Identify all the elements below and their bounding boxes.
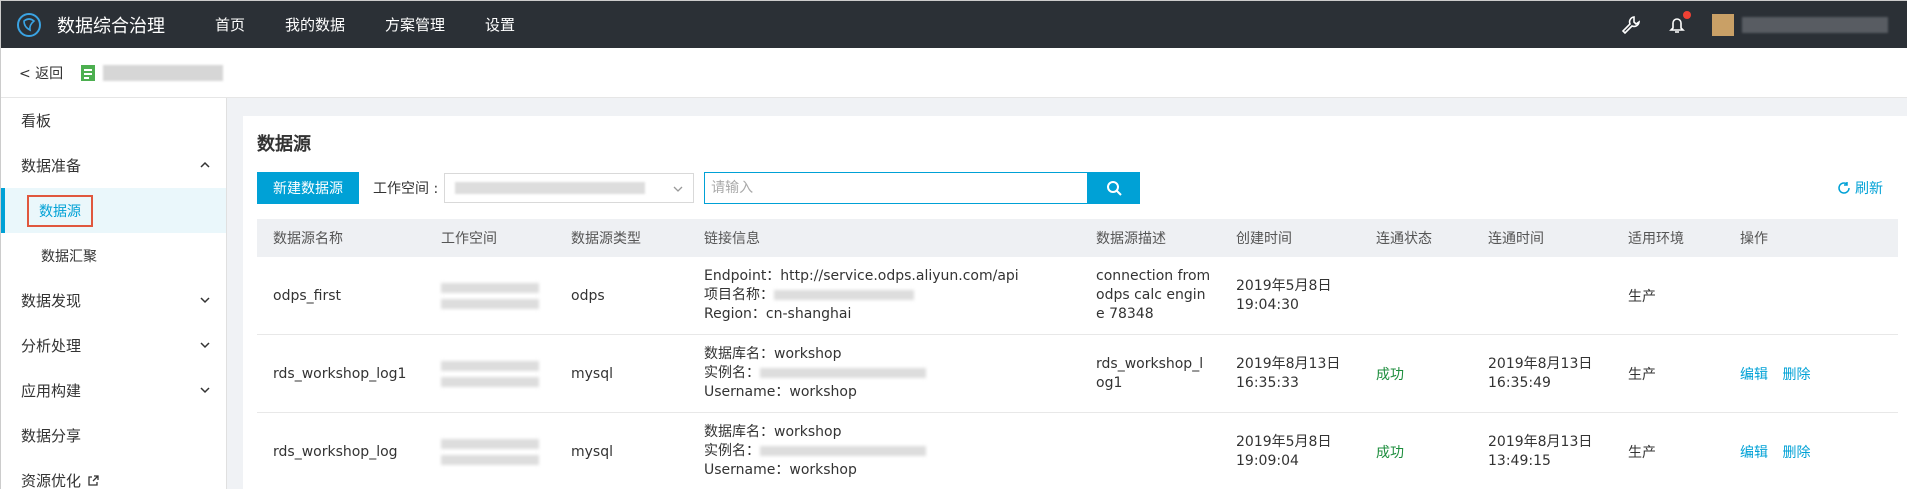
cell-connect-time: 2019年8月13日 13:49:15 bbox=[1488, 433, 1593, 469]
workspace-label: 工作空间 : bbox=[373, 181, 439, 197]
cell-description: connection from odps calc engin e 78348 bbox=[1096, 268, 1211, 322]
table-row: odps_first odps Endpoint：http://service.… bbox=[257, 257, 1898, 335]
cell-link-info: 数据库名：workshop 实例名： Username：workshop bbox=[688, 345, 1080, 402]
cell-created-time: 2019年8月13日 16:35:33 bbox=[1236, 355, 1341, 391]
refresh-icon bbox=[1838, 182, 1850, 194]
nav-my-data[interactable]: 我的数据 bbox=[285, 14, 345, 35]
col-header: 数据源描述 bbox=[1096, 231, 1166, 247]
nav-home[interactable]: 首页 bbox=[215, 14, 245, 35]
delete-link[interactable]: 删除 bbox=[1782, 367, 1810, 383]
username-redacted[interactable] bbox=[1742, 16, 1888, 33]
instance-name-redacted bbox=[760, 368, 926, 378]
cell-name: odps_first bbox=[273, 287, 341, 304]
cell-name: rds_workshop_log bbox=[273, 443, 398, 460]
nav-settings[interactable]: 设置 bbox=[485, 14, 515, 35]
cell-link-info: Endpoint：http://service.odps.aliyun.com/… bbox=[704, 268, 1019, 322]
search-input[interactable] bbox=[704, 172, 1089, 204]
refresh-button[interactable]: 刷新 bbox=[1837, 178, 1883, 198]
table-row: rds_workshop_log mysql 数据库名：workshop 实例名… bbox=[257, 413, 1898, 489]
search-button[interactable] bbox=[1088, 172, 1141, 204]
sidebar-item-data-aggregation[interactable]: 数据汇聚 bbox=[1, 233, 226, 278]
cell-env: 生产 bbox=[1628, 288, 1656, 305]
table-row: rds_workshop_log1 mysql 数据库名：workshop 实例… bbox=[257, 335, 1898, 413]
logo-swirl-icon[interactable] bbox=[1, 1, 57, 48]
edit-link[interactable]: 编辑 bbox=[1740, 445, 1768, 461]
top-nav: 首页 我的数据 方案管理 设置 bbox=[215, 14, 555, 35]
app-title: 数据综合治理 bbox=[57, 15, 165, 37]
cell-description: rds_workshop_l og1 bbox=[1096, 355, 1204, 391]
col-header: 创建时间 bbox=[1236, 231, 1292, 247]
sidebar-item-dashboard[interactable]: 看板 bbox=[1, 98, 226, 143]
project-doc-icon bbox=[79, 64, 97, 82]
cell-env: 生产 bbox=[1628, 366, 1656, 383]
cell-created-time: 2019年5月8日 19:09:04 bbox=[1236, 433, 1332, 469]
cell-workspace-redacted bbox=[425, 355, 555, 393]
cell-status: 成功 bbox=[1376, 366, 1404, 383]
sidebar-item-data-prep[interactable]: 数据准备 bbox=[1, 143, 226, 188]
cell-type: mysql bbox=[571, 365, 613, 382]
search-box bbox=[704, 172, 1141, 204]
page-title: 数据源 bbox=[257, 134, 311, 155]
chevron-down-icon bbox=[200, 387, 210, 394]
chevron-up-icon bbox=[200, 161, 210, 168]
cell-connect-time: 2019年8月13日 16:35:49 bbox=[1488, 355, 1593, 391]
notification-dot bbox=[1683, 10, 1691, 19]
datasource-panel: 数据源 新建数据源 工作空间 : 刷新 数据源名称 工作空间 数据源类型 链接信… bbox=[243, 116, 1907, 489]
sidebar-item-app-build[interactable]: 应用构建 bbox=[1, 368, 226, 413]
external-link-icon bbox=[88, 474, 99, 486]
col-header: 连通时间 bbox=[1488, 231, 1544, 247]
delete-link[interactable]: 删除 bbox=[1782, 445, 1810, 461]
cell-link-info: 数据库名：workshop 实例名： Username：workshop bbox=[688, 423, 1080, 480]
workspace-value-redacted bbox=[455, 182, 646, 194]
sidebar-item-resource-opt[interactable]: 资源优化 bbox=[1, 458, 226, 489]
col-header: 操作 bbox=[1740, 231, 1768, 247]
sidebar: 看板 数据准备 数据源 数据汇聚 数据发现 分析处理 应用构建 数据分享 资源优… bbox=[1, 98, 227, 489]
sidebar-item-datasource[interactable]: 数据源 bbox=[1, 188, 226, 233]
cell-type: odps bbox=[571, 287, 605, 304]
breadcrumb-bar: < 返回 bbox=[1, 48, 1907, 98]
col-header: 数据源名称 bbox=[273, 231, 343, 247]
cell-created-time: 2019年5月8日 19:04:30 bbox=[1236, 277, 1332, 313]
sidebar-item-data-share[interactable]: 数据分享 bbox=[1, 413, 226, 458]
nav-solution-management[interactable]: 方案管理 bbox=[385, 14, 445, 35]
toolbar: 新建数据源 工作空间 : 刷新 bbox=[257, 172, 1897, 204]
sidebar-item-analysis[interactable]: 分析处理 bbox=[1, 323, 226, 368]
cell-status: 成功 bbox=[1376, 444, 1404, 461]
bell-icon[interactable] bbox=[1666, 10, 1691, 36]
col-header: 适用环境 bbox=[1628, 231, 1684, 247]
col-header: 连通状态 bbox=[1376, 231, 1432, 247]
back-link[interactable]: < 返回 bbox=[19, 63, 63, 83]
top-bar: 数据综合治理 首页 我的数据 方案管理 设置 bbox=[1, 1, 1907, 48]
chevron-down-icon bbox=[200, 342, 210, 349]
cell-type: mysql bbox=[571, 443, 613, 460]
chevron-down-icon bbox=[200, 297, 210, 304]
search-icon bbox=[1107, 181, 1122, 196]
avatar[interactable] bbox=[1712, 13, 1734, 36]
datasource-table: 数据源名称 工作空间 数据源类型 链接信息 数据源描述 创建时间 连通状态 连通… bbox=[257, 219, 1898, 489]
sidebar-item-data-discovery[interactable]: 数据发现 bbox=[1, 278, 226, 323]
edit-link[interactable]: 编辑 bbox=[1740, 367, 1768, 383]
cell-ops: 编辑 删除 bbox=[1724, 442, 1898, 462]
col-header: 链接信息 bbox=[704, 231, 760, 247]
project-name-redacted bbox=[103, 64, 224, 81]
chevron-down-icon bbox=[673, 186, 683, 192]
cell-workspace-redacted bbox=[425, 433, 555, 471]
project-name-redacted bbox=[774, 290, 914, 300]
cell-ops: 编辑 删除 bbox=[1724, 364, 1898, 384]
wrench-icon[interactable] bbox=[1620, 14, 1642, 36]
table-header: 数据源名称 工作空间 数据源类型 链接信息 数据源描述 创建时间 连通状态 连通… bbox=[257, 219, 1898, 257]
cell-workspace-redacted bbox=[425, 277, 555, 315]
workspace-select[interactable] bbox=[444, 173, 695, 203]
col-header: 数据源类型 bbox=[571, 231, 641, 247]
col-header: 工作空间 bbox=[441, 231, 497, 247]
cell-name: rds_workshop_log1 bbox=[273, 365, 407, 382]
new-datasource-button[interactable]: 新建数据源 bbox=[257, 172, 359, 204]
cell-env: 生产 bbox=[1628, 444, 1656, 461]
instance-name-redacted bbox=[760, 446, 926, 456]
sidebar-item-datasource-label: 数据源 bbox=[27, 194, 93, 227]
